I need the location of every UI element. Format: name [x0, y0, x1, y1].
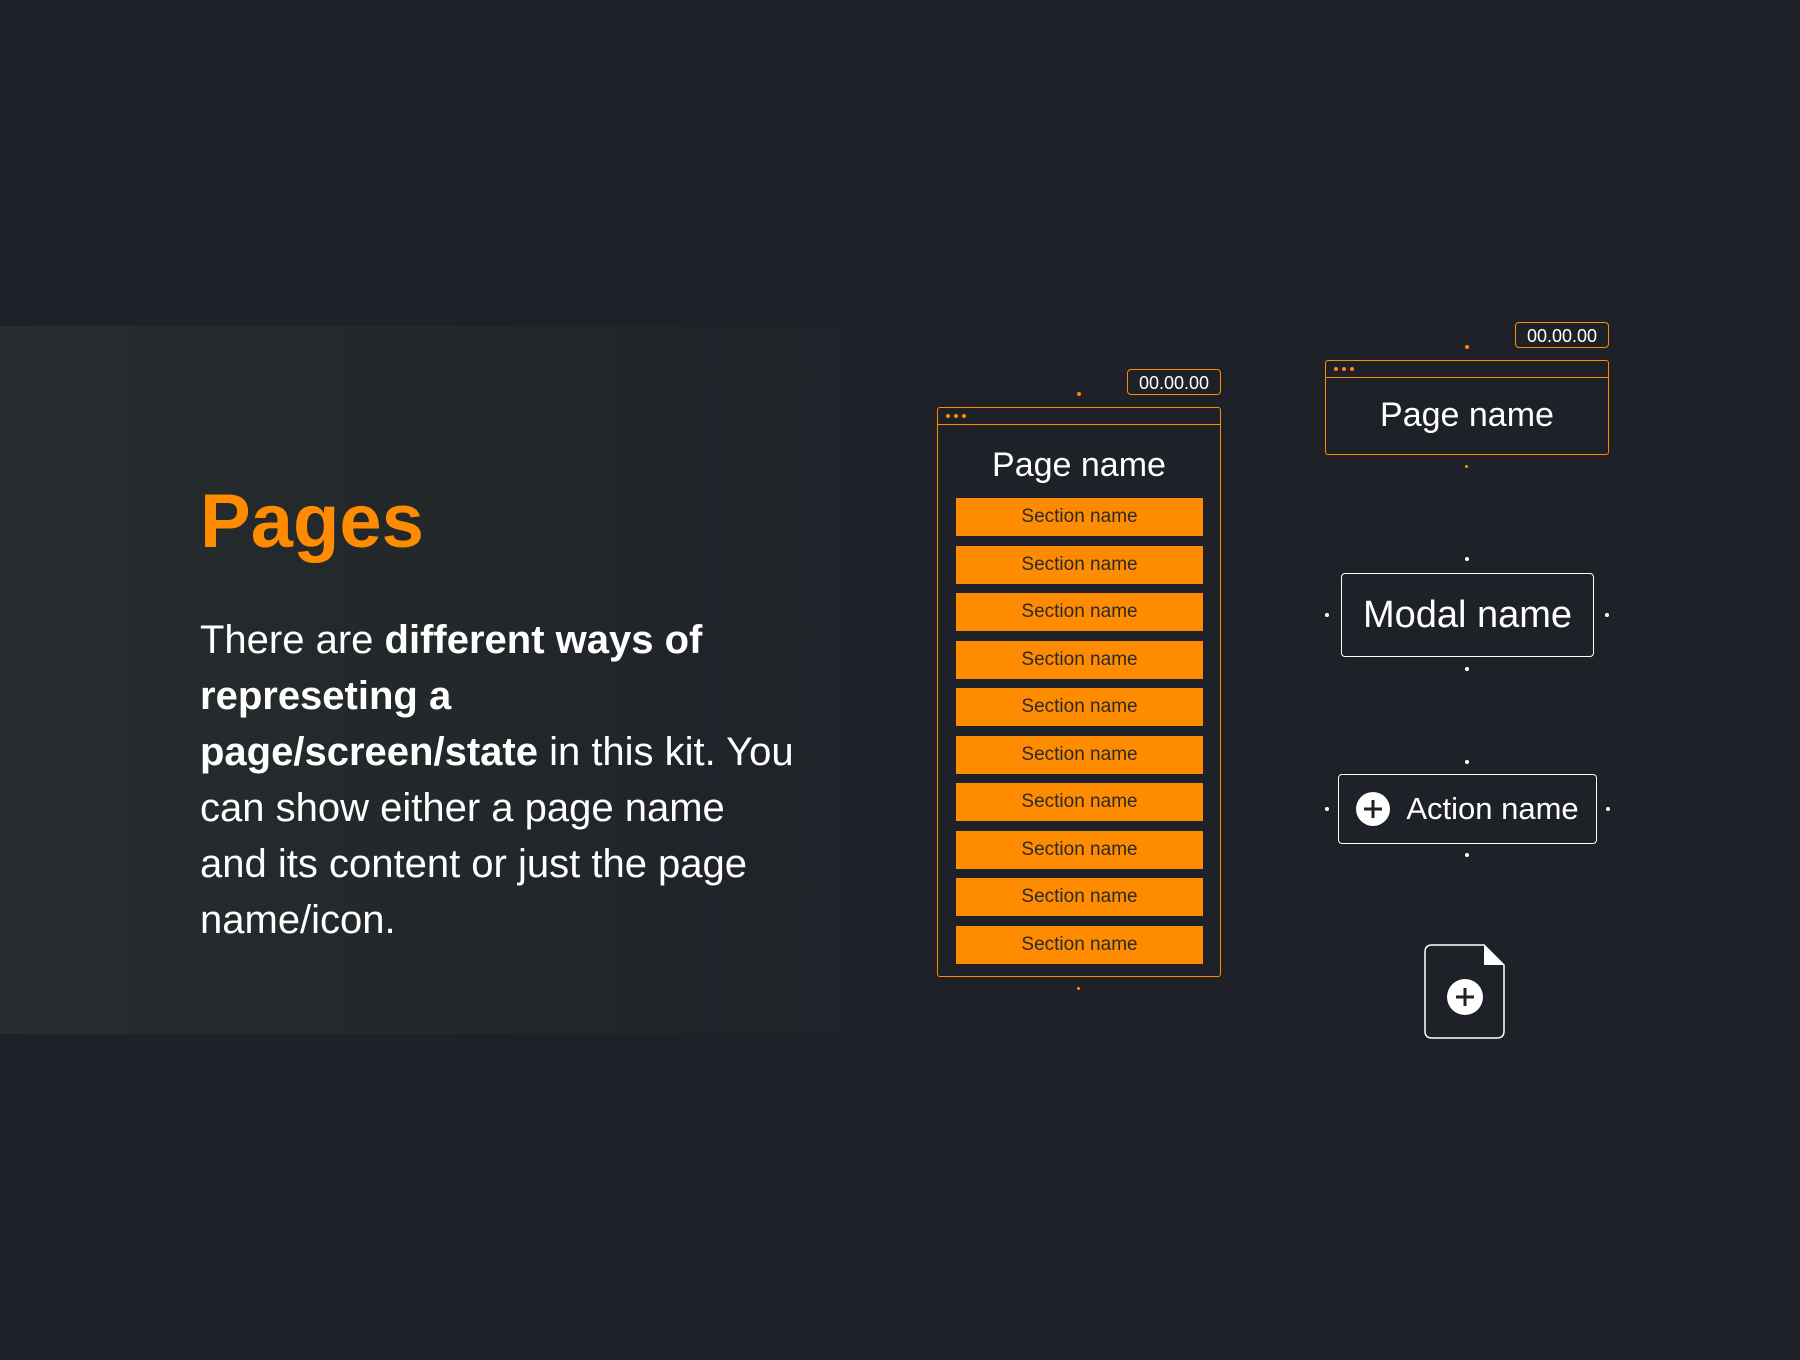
action-node[interactable]: Action name [1338, 774, 1597, 844]
window-dots-icon [1334, 367, 1354, 371]
full-page-frame[interactable]: Page name Section name Section name Sect… [937, 407, 1221, 977]
modal-node[interactable]: Modal name [1341, 573, 1594, 657]
full-page-timestamp: 00.00.00 [1127, 369, 1221, 395]
compact-page-timestamp: 00.00.00 [1515, 322, 1609, 348]
compact-page-frame[interactable]: Page name [1325, 360, 1609, 455]
section-item[interactable]: Section name [956, 925, 1203, 964]
section-item[interactable]: Section name [956, 640, 1203, 679]
description-text: There are different ways of represeting … [200, 612, 800, 948]
connector-dot-bottom [1465, 465, 1468, 468]
action-label: Action name [1406, 791, 1579, 826]
connector-dot-top [1465, 345, 1469, 349]
section-item[interactable]: Section name [956, 688, 1203, 726]
section-item[interactable]: Section name [956, 830, 1203, 869]
connector-dot-left [1325, 613, 1329, 617]
window-bar [1326, 361, 1608, 378]
section-item[interactable]: Section name [956, 878, 1203, 916]
description-part1: There are [200, 618, 385, 662]
connector-dot-left [1325, 807, 1329, 811]
connector-dot-bottom [1465, 667, 1469, 671]
section-item[interactable]: Section name [956, 783, 1203, 821]
connector-dot-bottom [1077, 987, 1080, 990]
connector-dot-top [1465, 557, 1469, 561]
connector-dot-bottom [1465, 853, 1469, 857]
section-list: Section name Section name Section name S… [956, 498, 1203, 973]
connector-dot-top [1077, 392, 1081, 396]
connector-dot-top [1465, 760, 1469, 764]
modal-label: Modal name [1362, 593, 1573, 636]
section-item[interactable]: Section name [956, 498, 1203, 536]
page-title: Pages [200, 479, 424, 564]
connector-dot-right [1606, 807, 1610, 811]
section-item[interactable]: Section name [956, 545, 1203, 584]
section-item[interactable]: Section name [956, 735, 1203, 774]
window-bar [938, 408, 1220, 425]
compact-page-name: Page name [1380, 396, 1554, 434]
window-dots-icon [946, 414, 966, 418]
add-page-icon[interactable] [1424, 944, 1506, 1040]
connector-dot-right [1605, 613, 1609, 617]
full-page-name: Page name [992, 446, 1166, 484]
section-item[interactable]: Section name [956, 593, 1203, 631]
plus-circle-icon [1356, 792, 1391, 826]
